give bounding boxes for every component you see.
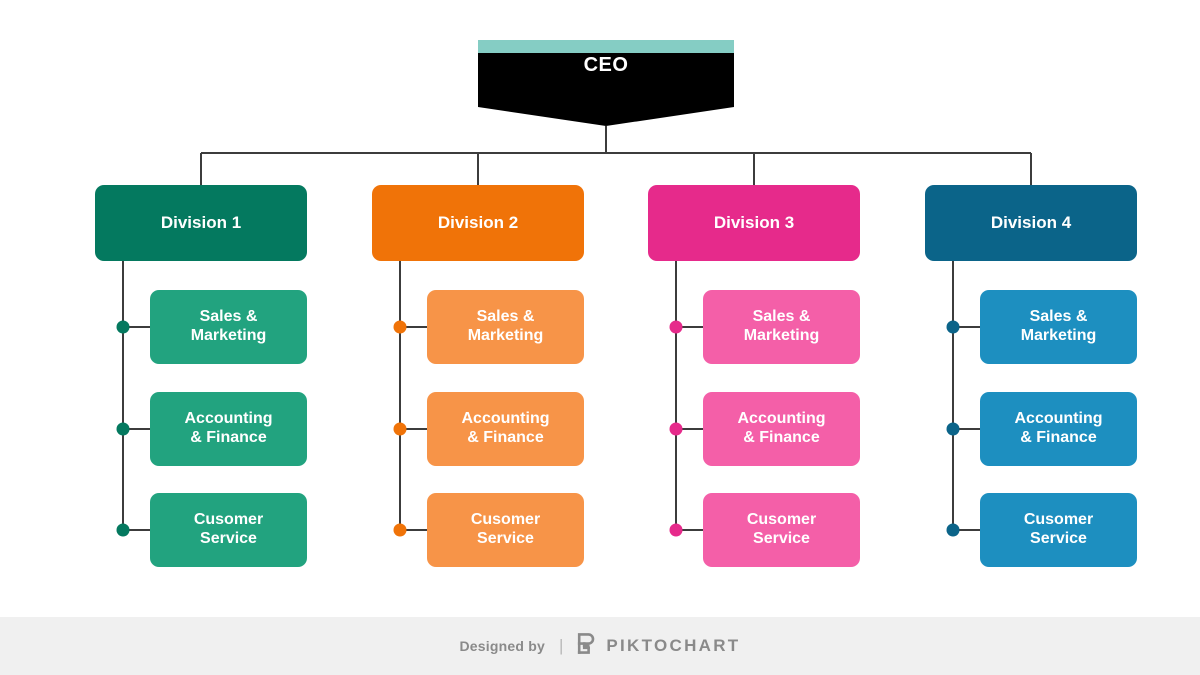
connector-dot bbox=[946, 523, 960, 537]
connector-dot bbox=[393, 320, 407, 334]
division-box-2[interactable]: Division 2 bbox=[372, 185, 584, 261]
division-label: Division 1 bbox=[160, 213, 242, 232]
sub-department-label-line2: Service bbox=[200, 530, 257, 547]
sub-department-box[interactable]: Accounting & Finance bbox=[427, 392, 584, 466]
sub-department-label-line1: Cusomer bbox=[470, 511, 541, 529]
connector-dot bbox=[116, 523, 130, 537]
sub-department-label: Sales & Marketing bbox=[744, 308, 820, 346]
connector-dot bbox=[116, 422, 130, 436]
footer-bar: Designed by | PIKTOCHART bbox=[0, 617, 1200, 675]
piktochart-brand[interactable]: PIKTOCHART bbox=[577, 633, 740, 659]
sub-department-label-line1: Accounting bbox=[461, 410, 550, 428]
sub-department-label: Sales & Marketing bbox=[191, 308, 267, 346]
division-column-1: Division 1 Sales & Marketing Accounting & Fi… bbox=[95, 185, 307, 567]
sub-department-label: Cusomer Service bbox=[1024, 511, 1093, 549]
sub-department-label-line1: Accounting bbox=[737, 410, 826, 428]
connector-dot bbox=[116, 320, 130, 334]
sub-department-label-line1: Sales & bbox=[199, 308, 258, 326]
sub-department-label-line1: Cusomer bbox=[193, 511, 264, 529]
sub-department-label: Sales & Marketing bbox=[1021, 308, 1097, 346]
designed-by-label: Designed by bbox=[459, 638, 545, 654]
sub-department-label-line1: Sales & bbox=[476, 308, 535, 326]
sub-department-label-line2: Service bbox=[477, 530, 534, 547]
ceo-node[interactable]: CEO bbox=[478, 40, 734, 126]
connector-dot bbox=[669, 523, 683, 537]
sub-department-box[interactable]: Sales & Marketing bbox=[150, 290, 307, 364]
sub-department-label-line2: Marketing bbox=[467, 327, 544, 344]
sub-department-label: Accounting & Finance bbox=[738, 410, 826, 448]
sub-department-label: Cusomer Service bbox=[194, 511, 263, 549]
sub-department-label: Cusomer Service bbox=[471, 511, 540, 549]
connector-dot bbox=[946, 320, 960, 334]
footer-separator: | bbox=[558, 636, 564, 655]
division-label: Division 3 bbox=[713, 213, 795, 232]
connector-dot bbox=[669, 320, 683, 334]
ceo-accent-bar bbox=[478, 40, 734, 53]
connector-dot bbox=[946, 422, 960, 436]
sub-department-box[interactable]: Cusomer Service bbox=[427, 493, 584, 567]
sub-department-label-line2: Service bbox=[753, 530, 810, 547]
sub-department-label-line2: & Finance bbox=[190, 429, 267, 446]
connector-dot bbox=[393, 422, 407, 436]
division-box-4[interactable]: Division 4 bbox=[925, 185, 1137, 261]
division-box-1[interactable]: Division 1 bbox=[95, 185, 307, 261]
sub-department-label-line2: & Finance bbox=[743, 429, 820, 446]
sub-department-label-line1: Sales & bbox=[1029, 308, 1088, 326]
sub-department-label-line1: Cusomer bbox=[746, 511, 817, 529]
division-column-3: Division 3 Sales & Marketing Accounting & Fi… bbox=[648, 185, 860, 567]
ceo-label: CEO bbox=[583, 54, 629, 76]
sub-department-label: Accounting & Finance bbox=[462, 410, 550, 448]
sub-department-label-line2: Service bbox=[1030, 530, 1087, 547]
sub-department-box[interactable]: Sales & Marketing bbox=[980, 290, 1137, 364]
division-label: Division 2 bbox=[437, 213, 519, 232]
sub-department-box[interactable]: Sales & Marketing bbox=[703, 290, 860, 364]
connector-dot bbox=[669, 422, 683, 436]
piktochart-wordmark: PIKTOCHART bbox=[606, 636, 741, 655]
sub-department-label-line1: Accounting bbox=[184, 410, 273, 428]
division-box-3[interactable]: Division 3 bbox=[648, 185, 860, 261]
org-chart-canvas: CEO Division 1 Sales & Marketing Accounting… bbox=[0, 0, 1200, 675]
sub-department-label-line2: & Finance bbox=[1020, 429, 1097, 446]
sub-department-box[interactable]: Accounting & Finance bbox=[703, 392, 860, 466]
sub-department-label-line2: Marketing bbox=[743, 327, 820, 344]
sub-department-label: Cusomer Service bbox=[747, 511, 816, 549]
sub-department-box[interactable]: Accounting & Finance bbox=[150, 392, 307, 466]
sub-department-label: Accounting & Finance bbox=[185, 410, 273, 448]
sub-department-label-line2: Marketing bbox=[1020, 327, 1097, 344]
sub-department-box[interactable]: Cusomer Service bbox=[703, 493, 860, 567]
connector-dot bbox=[393, 523, 407, 537]
sub-department-box[interactable]: Accounting & Finance bbox=[980, 392, 1137, 466]
sub-department-label-line1: Accounting bbox=[1014, 410, 1103, 428]
sub-department-box[interactable]: Cusomer Service bbox=[980, 493, 1137, 567]
sub-department-box[interactable]: Sales & Marketing bbox=[427, 290, 584, 364]
piktochart-p-logo-icon bbox=[577, 633, 597, 659]
sub-department-label-line2: Marketing bbox=[190, 327, 267, 344]
sub-department-label-line2: & Finance bbox=[467, 429, 544, 446]
division-label: Division 4 bbox=[990, 213, 1072, 232]
sub-department-label: Accounting & Finance bbox=[1015, 410, 1103, 448]
sub-department-label-line1: Cusomer bbox=[1023, 511, 1094, 529]
division-column-4: Division 4 Sales & Marketing Accounting & Fi… bbox=[925, 185, 1137, 567]
sub-department-box[interactable]: Cusomer Service bbox=[150, 493, 307, 567]
sub-department-label: Sales & Marketing bbox=[468, 308, 544, 346]
sub-department-label-line1: Sales & bbox=[752, 308, 811, 326]
division-column-2: Division 2 Sales & Marketing Accounting & Fi… bbox=[372, 185, 584, 567]
